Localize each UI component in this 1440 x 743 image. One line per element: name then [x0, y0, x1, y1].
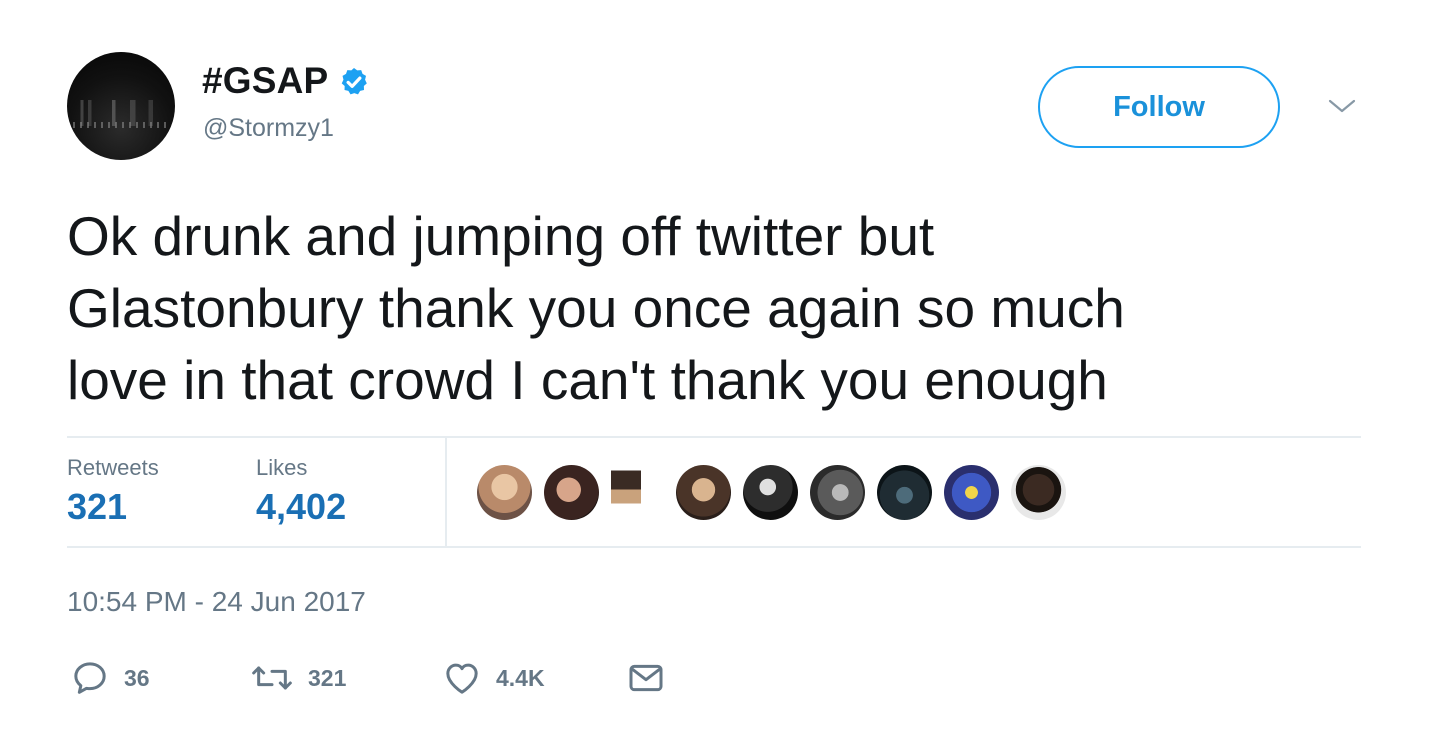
- retweet-icon: [250, 658, 294, 698]
- tweet-timestamp[interactable]: 10:54 PM - 24 Jun 2017: [67, 586, 366, 618]
- tweet-text-line: love in that crowd I can't thank you eno…: [67, 349, 1108, 411]
- display-name-text: #GSAP: [202, 60, 329, 101]
- liker-avatar[interactable]: [743, 465, 798, 520]
- like-count: 4.4K: [496, 664, 545, 691]
- likes-count[interactable]: 4,402: [256, 486, 346, 528]
- stats-top-divider: [67, 436, 1361, 438]
- likes-label[interactable]: Likes: [256, 455, 307, 481]
- heart-icon: [442, 658, 482, 698]
- tweet-text-line: Ok drunk and jumping off twitter but: [67, 205, 935, 267]
- liker-avatar[interactable]: [877, 465, 932, 520]
- retweets-count[interactable]: 321: [67, 486, 127, 528]
- liker-avatar[interactable]: [477, 465, 532, 520]
- author-display-name[interactable]: #GSAP: [202, 60, 370, 102]
- liker-avatar[interactable]: [611, 465, 641, 520]
- like-button[interactable]: 4.4K: [442, 654, 545, 702]
- stats-bottom-divider: [67, 546, 1361, 548]
- verified-badge-icon: [338, 65, 370, 97]
- retweet-button[interactable]: 321: [250, 654, 346, 702]
- retweets-label[interactable]: Retweets: [67, 455, 159, 481]
- liker-avatar[interactable]: [1011, 465, 1066, 520]
- tweet-text: Ok drunk and jumping off twitter but Gla…: [67, 200, 1377, 416]
- follow-button[interactable]: Follow: [1038, 66, 1280, 148]
- liker-avatar[interactable]: [544, 465, 599, 520]
- liker-avatar[interactable]: [676, 465, 731, 520]
- envelope-icon: [625, 658, 667, 698]
- liker-avatar[interactable]: [944, 465, 999, 520]
- author-avatar[interactable]: [67, 52, 175, 160]
- reply-count: 36: [124, 664, 150, 691]
- author-handle[interactable]: @Stormzy1: [203, 114, 334, 143]
- reply-icon: [70, 658, 110, 698]
- tweet-text-line: Glastonbury thank you once again so much: [67, 277, 1125, 339]
- avatar-lights: [73, 122, 169, 128]
- liker-avatar[interactable]: [810, 465, 865, 520]
- stats-vertical-divider: [445, 438, 447, 546]
- retweet-count: 321: [308, 664, 347, 691]
- direct-message-button[interactable]: [625, 654, 667, 702]
- chevron-down-icon[interactable]: [1327, 96, 1357, 116]
- reply-button[interactable]: 36: [70, 654, 150, 702]
